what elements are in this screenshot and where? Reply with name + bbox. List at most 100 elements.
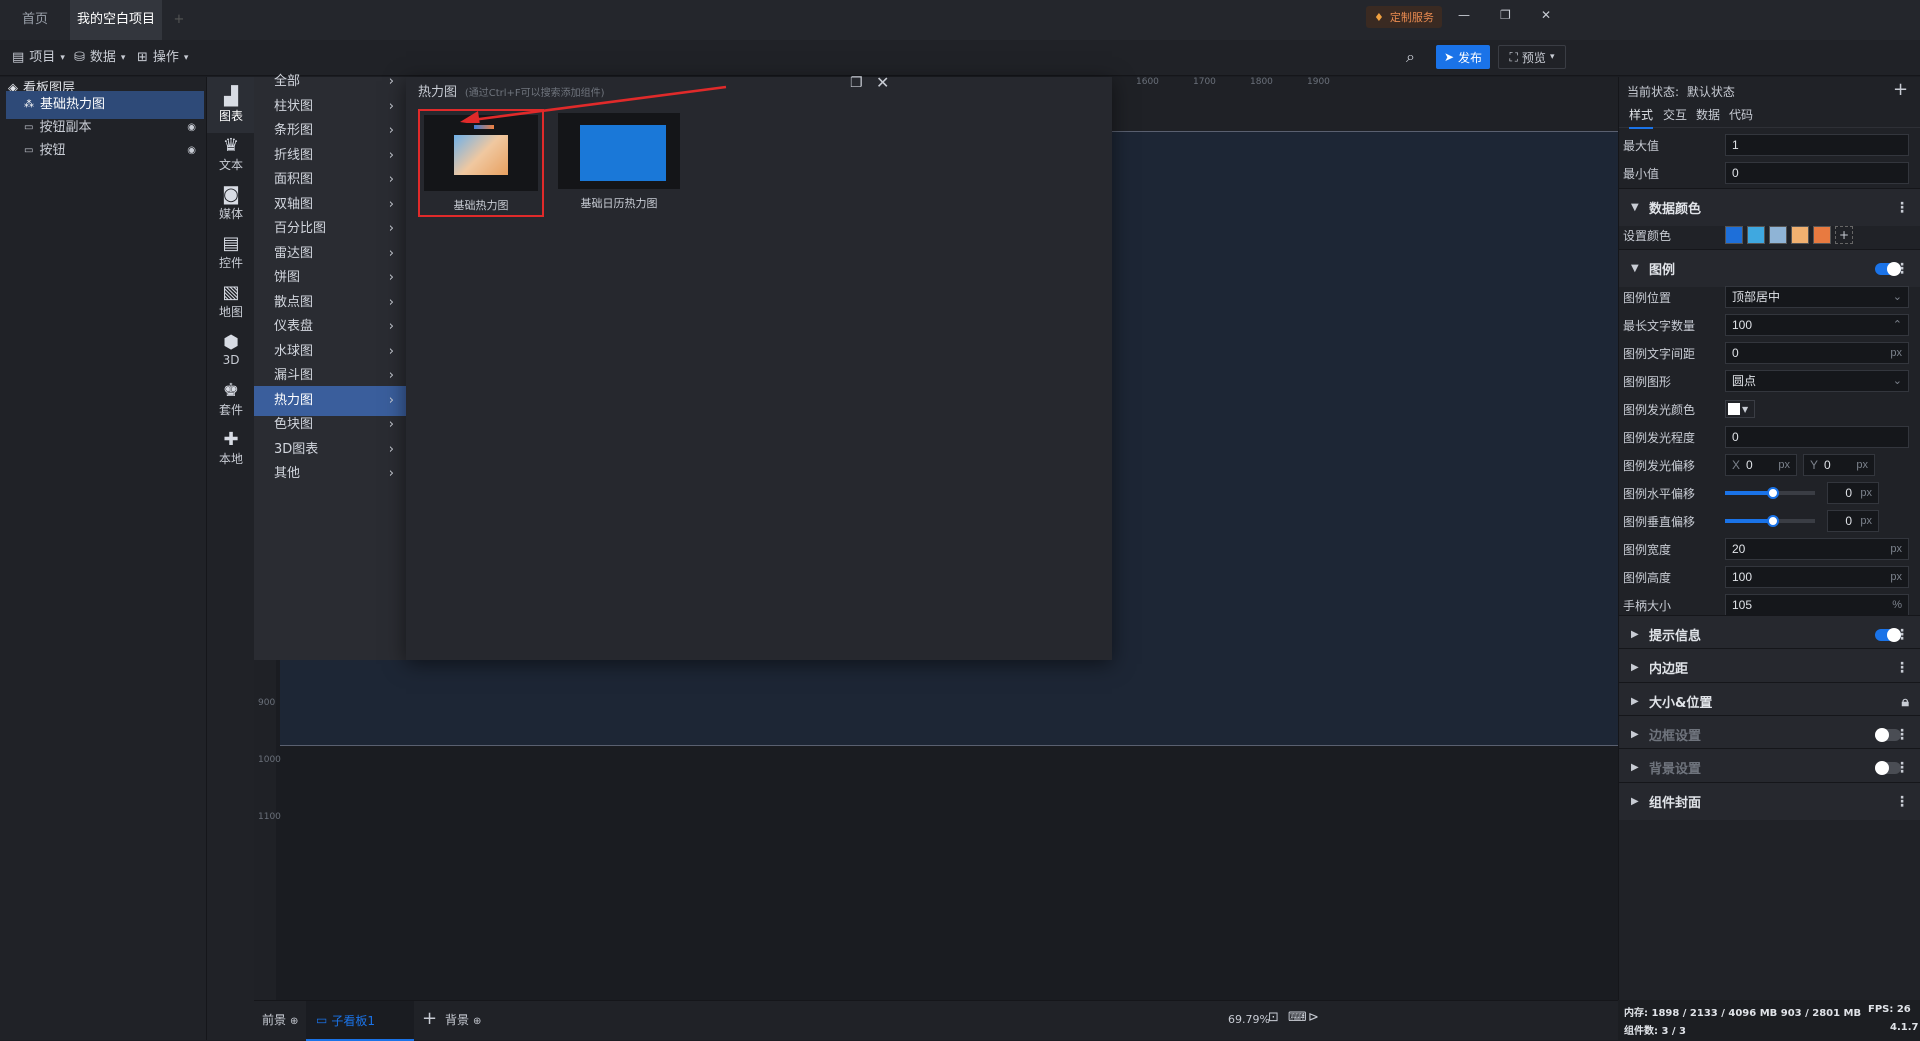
prop-label: 最小值 [1623, 166, 1660, 181]
iconbar-media[interactable]: ◙ 媒体 [207, 175, 255, 231]
add-circle-icon[interactable]: ⊕ [290, 1016, 298, 1027]
category-item[interactable]: 其他 › [254, 459, 406, 489]
fit-screen-icon[interactable]: ⊡ [1268, 1010, 1279, 1025]
input-value: 0 [1824, 458, 1831, 472]
data-menu[interactable]: ⛁ 数据 ▾ [74, 40, 125, 76]
glow-offset-x-input[interactable]: X 0 px [1725, 454, 1797, 476]
glow-level-input[interactable]: 0 [1725, 426, 1909, 448]
iconbar-widget[interactable]: ▤ 控件 [207, 224, 255, 280]
tab-home[interactable]: 首页 [0, 0, 70, 40]
background-label: 背景 [445, 1013, 470, 1027]
glow-color-picker[interactable]: ▼ [1725, 400, 1755, 418]
close-window-button[interactable]: ✕ [1541, 8, 1551, 22]
color-swatch[interactable] [1791, 226, 1809, 244]
h-offset-slider[interactable] [1725, 487, 1815, 499]
color-swatch[interactable] [1747, 226, 1765, 244]
section-label: 提示信息 [1649, 629, 1702, 644]
slider-thumb[interactable] [1767, 515, 1779, 527]
visibility-icon[interactable]: ◉ [187, 137, 196, 165]
slider-thumb[interactable] [1767, 487, 1779, 499]
legend-width-input[interactable]: 20 px [1725, 538, 1909, 560]
more-icon[interactable]: ⋮ [1895, 200, 1909, 216]
add-state-icon[interactable]: + [1893, 79, 1908, 100]
tab-data[interactable]: 数据 [1696, 106, 1720, 123]
add-color-icon[interactable]: + [1835, 226, 1853, 244]
keyboard-icon[interactable]: ⌨ [1288, 1010, 1307, 1025]
more-icon[interactable]: ⋮ [1895, 760, 1909, 776]
custom-service-button[interactable]: ♦ 定制服务 [1366, 6, 1442, 28]
popout-icon[interactable]: ❐ [850, 75, 863, 91]
section-padding[interactable]: ▶ 内边距 ⋮ [1619, 648, 1920, 686]
foreground-tab[interactable]: 前景 ⊕ [262, 1011, 298, 1028]
section-cover[interactable]: ▶ 组件封面 ⋮ [1619, 782, 1920, 820]
lock-icon[interactable]: 🔒︎ [1902, 694, 1909, 710]
project-menu[interactable]: ▤ 项目 ▾ [12, 40, 65, 76]
caret-down-icon: ▼ [1631, 202, 1639, 213]
restore-button[interactable]: ❐ [1500, 8, 1511, 22]
close-icon[interactable]: ✕ [876, 73, 889, 92]
tab-interaction[interactable]: 交互 [1663, 106, 1687, 123]
search-icon[interactable]: ⌕ [1406, 47, 1415, 67]
iconbar-map[interactable]: ▧ 地图 [207, 273, 255, 329]
v-offset-slider[interactable] [1725, 515, 1815, 527]
iconbar-local[interactable]: ✚ 本地 [207, 420, 255, 476]
legend-spacing-input[interactable]: 0 px [1725, 342, 1909, 364]
select-value: 顶部居中 [1732, 290, 1781, 304]
category-label: 全部 [274, 74, 301, 89]
add-circle-icon[interactable]: ⊕ [473, 1016, 481, 1027]
max-value-input[interactable]: 1 [1725, 134, 1909, 156]
color-swatch [1728, 403, 1740, 415]
legend-position-select[interactable]: 顶部居中 ⌄ [1725, 286, 1909, 308]
cube-icon: ⬢ [223, 332, 239, 353]
add-tab-icon[interactable]: + [168, 0, 190, 40]
section-label: 组件封面 [1649, 796, 1702, 811]
section-background[interactable]: ▶ 背景设置 ⋮ [1619, 748, 1920, 786]
color-swatch[interactable] [1769, 226, 1787, 244]
operate-menu[interactable]: ⊞ 操作 ▾ [137, 40, 188, 76]
tab-code[interactable]: 代码 [1729, 106, 1753, 123]
min-value-input[interactable]: 0 [1725, 162, 1909, 184]
glow-offset-y-input[interactable]: Y 0 px [1803, 454, 1875, 476]
iconbar-3d[interactable]: ⬢ 3D [207, 322, 255, 378]
ruler-tick: 1900 [1307, 77, 1330, 87]
layer-item[interactable]: ▭ 按钮 ◉ [6, 137, 204, 165]
legend-height-input[interactable]: 100 px [1725, 566, 1909, 588]
max-text-input[interactable]: 100 ⌃ [1725, 314, 1909, 336]
more-icon[interactable]: ⋮ [1895, 727, 1909, 743]
prop-label: 手柄大小 [1623, 598, 1672, 613]
add-board-icon[interactable]: + [422, 1008, 437, 1029]
more-icon[interactable]: ⋮ [1895, 627, 1909, 643]
publish-button[interactable]: ➤ 发布 [1436, 45, 1490, 69]
legend-shape-select[interactable]: 圆点 ⌄ [1725, 370, 1909, 392]
state-value: 默认状态 [1686, 85, 1735, 99]
iconbar-label: 媒体 [218, 206, 243, 221]
iconbar-chart[interactable]: ▟ 图表 [207, 77, 255, 133]
minimize-button[interactable]: — [1458, 8, 1470, 22]
iconbar-label: 地图 [218, 304, 243, 319]
background-tab[interactable]: 背景 ⊕ [445, 1011, 481, 1028]
component-card-calendar-heatmap[interactable]: 基础日历热力图 [558, 109, 680, 217]
sub-board-tab[interactable]: ▭ 子看板1 [306, 1001, 414, 1041]
zoom-level[interactable]: 69.79% [1228, 1013, 1270, 1026]
handle-size-input[interactable]: 105% [1725, 594, 1909, 616]
map-icon: ▧ [222, 281, 240, 303]
tab-project[interactable]: 我的空白项目 ● [70, 0, 162, 66]
color-swatch[interactable] [1725, 226, 1743, 244]
terminal-icon[interactable]: ⊳ [1308, 1010, 1319, 1025]
more-icon[interactable]: ⋮ [1895, 261, 1909, 277]
axis-label: X [1732, 458, 1741, 472]
preview-label: 预览 [1521, 50, 1546, 65]
more-icon[interactable]: ⋮ [1895, 794, 1909, 810]
component-card-heatmap[interactable]: 基础热力图 [418, 109, 544, 217]
v-offset-input[interactable]: 0 px [1827, 510, 1879, 532]
iconbar-text[interactable]: ♛ 文本 [207, 126, 255, 182]
iconbar-kit[interactable]: ♚ 套件 [207, 371, 255, 427]
unit-label: px [1856, 459, 1868, 471]
tab-style[interactable]: 样式 [1629, 106, 1654, 129]
h-offset-input[interactable]: 0 px [1827, 482, 1879, 504]
caret-right-icon: ▶ [1631, 662, 1639, 673]
color-swatch[interactable] [1813, 226, 1831, 244]
stepper-up-icon[interactable]: ⌃ [1893, 315, 1902, 335]
more-icon[interactable]: ⋮ [1895, 660, 1909, 676]
preview-button[interactable]: ⛶ 预览 ▾ [1498, 45, 1566, 69]
